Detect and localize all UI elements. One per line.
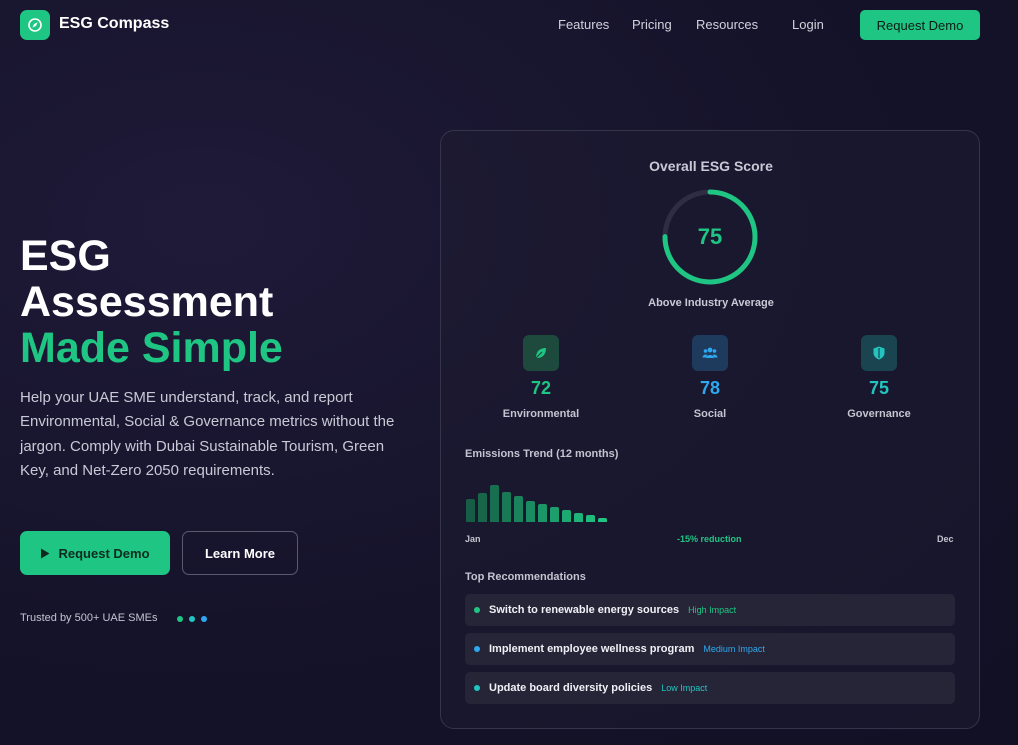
recommendation-item[interactable]: Switch to renewable energy sources High … [465,594,955,626]
nav-link-pricing[interactable]: Pricing [632,17,672,32]
social-score: 78 [699,378,721,398]
emissions-annotation: -15% reduction [677,534,742,544]
indicator-dot [177,616,183,622]
hero-request-demo-label: Request Demo [58,545,150,561]
governance-label: Governance [847,408,911,420]
status-dot [474,685,480,691]
top-nav: ESG Compass Features Pricing Resources L… [0,0,1018,50]
emissions-bar-feb [478,493,487,522]
emissions-bar-aug [550,506,559,522]
impact-badge: Medium Impact [703,644,765,654]
impact-badge: Low Impact [661,683,708,693]
recommendation-item[interactable]: Update board diversity policies Low Impa… [465,672,955,704]
emissions-title: Emissions Trend (12 months) [465,448,619,460]
shield-icon [861,335,897,371]
indicator-dot [189,616,195,622]
esg-score-card: Overall ESG Score 75 Above Industry Aver… [440,130,980,729]
emissions-bar-dec [598,518,607,522]
emissions-bar-jan [466,499,475,522]
overall-score-value: 75 [697,224,723,249]
environmental-score: 72 [530,378,552,398]
status-dot [474,646,480,652]
emissions-bar-jun [526,500,535,522]
environmental-label: Environmental [502,408,580,420]
emissions-bar-oct [574,513,583,522]
hero-title-line3: Made Simple [20,324,283,372]
nav-link-resources[interactable]: Resources [696,17,758,32]
x-tick-jan: Jan [465,534,481,544]
governance-score: 75 [868,378,890,398]
compass-logo-icon[interactable] [20,10,50,40]
status-dot [474,607,480,613]
nav-link-login[interactable]: Login [792,17,824,32]
card-title: Overall ESG Score [649,158,773,174]
impact-badge: High Impact [688,605,737,615]
recommendation-text: Update board diversity policies [489,682,653,694]
hero-title-line2: Assessment [20,278,274,326]
brand-name[interactable]: ESG Compass [59,15,169,33]
leaf-icon [523,335,559,371]
emissions-bar-jul [538,504,547,522]
recommendation-text: Switch to renewable energy sources [489,604,680,616]
recommendations-title: Top Recommendations [465,571,586,583]
emissions-bar-mar [490,485,499,522]
recommendation-item[interactable]: Implement employee wellness program Medi… [465,633,955,665]
users-icon [692,335,728,371]
emissions-bar-may [514,496,523,522]
x-tick-dec: Dec [937,534,954,544]
emissions-bar-nov [586,515,595,522]
nav-link-features[interactable]: Features [558,17,609,32]
indicator-dot [201,616,207,622]
trusted-text: Trusted by 500+ UAE SMEs [20,612,158,624]
hero-request-demo-button[interactable]: Request Demo [20,531,170,575]
hero-title-line1: ESG [20,232,111,280]
recommendation-text: Implement employee wellness program [489,643,695,655]
score-subtitle: Above Industry Average [648,297,774,309]
nav-request-demo-button[interactable]: Request Demo [860,10,980,40]
social-label: Social [693,408,727,420]
hero-description: Help your UAE SME understand, track, and… [20,389,395,479]
emissions-bar-apr [502,491,511,522]
learn-more-button[interactable]: Learn More [182,531,298,575]
emissions-bar-sep [562,510,571,522]
play-icon [41,548,50,558]
